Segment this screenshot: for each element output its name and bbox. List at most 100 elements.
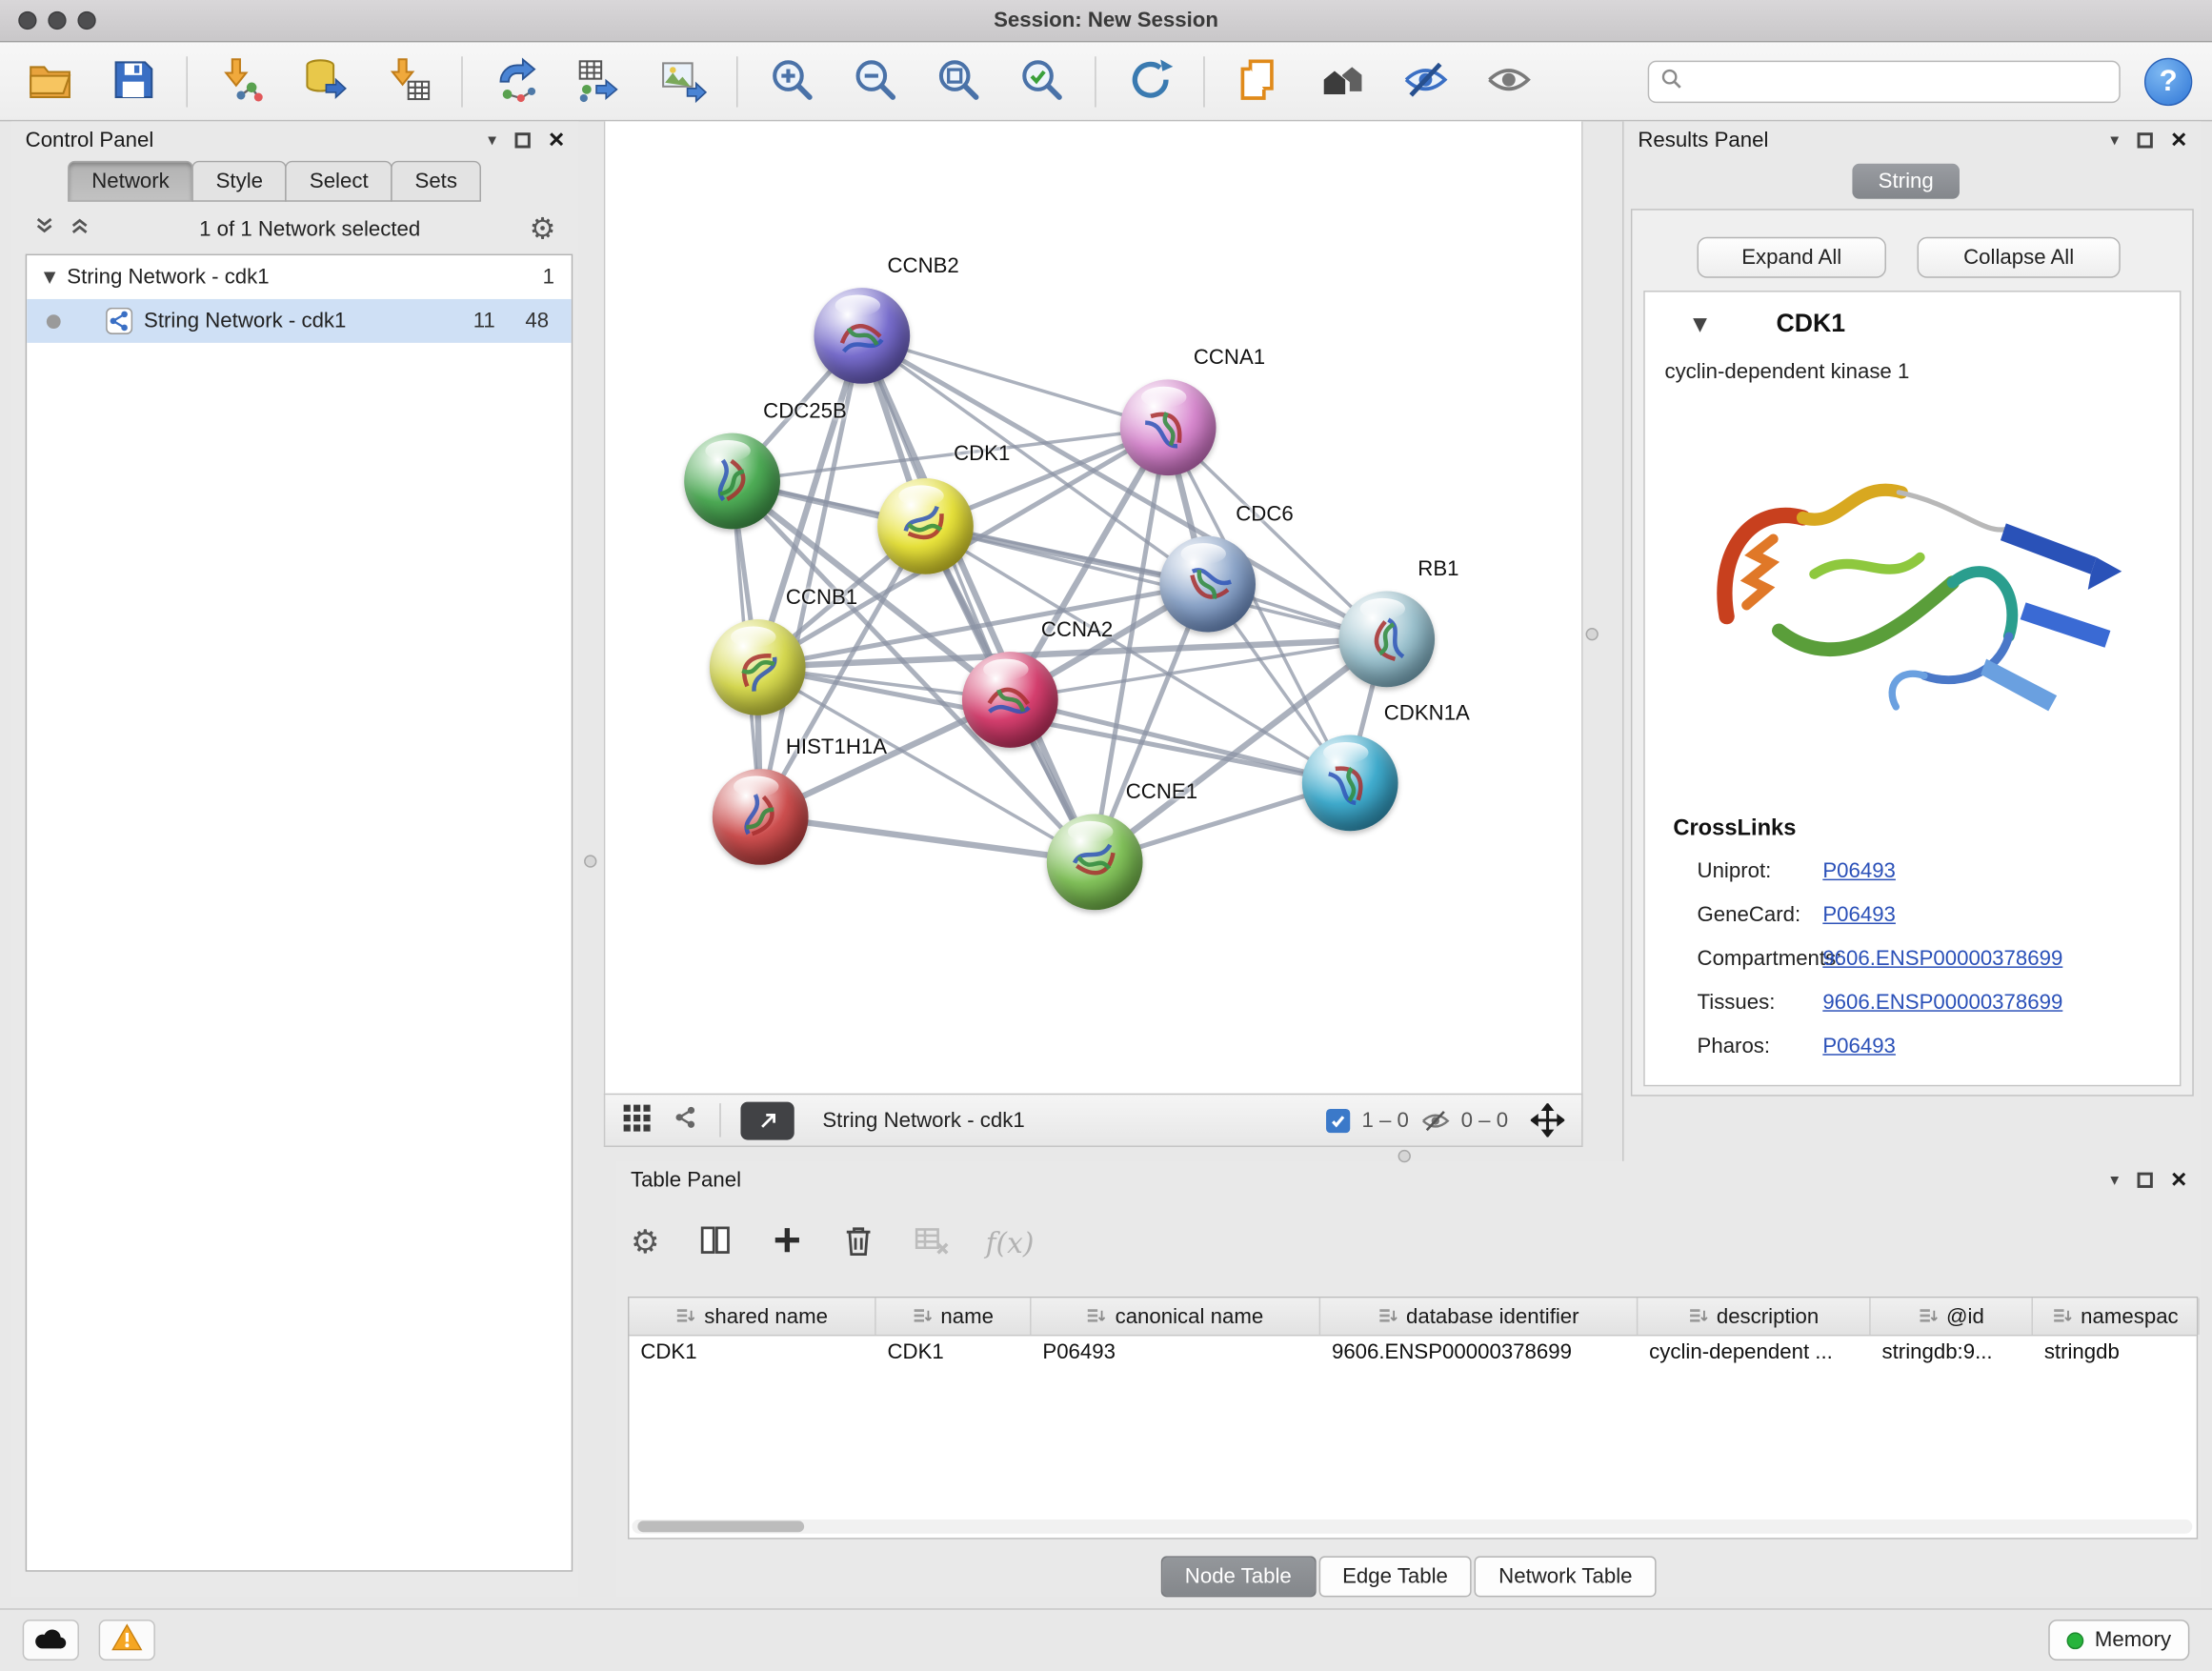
close-panel-icon[interactable]: × xyxy=(2171,1172,2186,1187)
network-node-cdkn1a[interactable] xyxy=(1302,735,1398,832)
tab-edge-table[interactable]: Edge Table xyxy=(1318,1556,1472,1597)
birds-eye-view-button[interactable] xyxy=(1312,51,1371,111)
save-session-button[interactable] xyxy=(103,51,162,111)
tab-style[interactable]: Style xyxy=(191,161,287,202)
help-button[interactable]: ? xyxy=(2144,57,2192,105)
float-panel-icon[interactable] xyxy=(2137,1172,2152,1187)
create-column-plus-icon[interactable] xyxy=(770,1223,804,1262)
close-panel-icon[interactable]: × xyxy=(549,131,564,147)
open-session-button[interactable] xyxy=(20,51,79,111)
column-header-canonical-name[interactable]: canonical name xyxy=(1032,1298,1321,1335)
cloud-status-button[interactable] xyxy=(23,1620,79,1661)
panel-menu-icon[interactable]: ▾ xyxy=(488,130,496,150)
network-row[interactable]: String Network - cdk1 11 48 xyxy=(27,299,572,343)
share-network-icon[interactable] xyxy=(672,1103,700,1137)
collapse-gene-icon[interactable]: ▼ xyxy=(1693,314,1707,335)
titlebar: Session: New Session xyxy=(0,0,2212,42)
network-node-hist1h1a[interactable] xyxy=(713,769,809,865)
warnings-button[interactable] xyxy=(99,1620,155,1661)
collection-expand-icon[interactable]: ▼ xyxy=(44,268,56,286)
network-node-cdc25b[interactable] xyxy=(684,433,780,530)
tab-node-table[interactable]: Node Table xyxy=(1161,1556,1316,1597)
network-canvas[interactable]: CCNB2CCNA1CDC25BCDK1CDC6RB1CCNB1CCNA2CDK… xyxy=(604,121,1583,1093)
tab-network-table[interactable]: Network Table xyxy=(1475,1556,1657,1597)
export-image-button[interactable] xyxy=(654,51,713,111)
delete-column-trash-icon[interactable] xyxy=(840,1222,875,1263)
network-from-selection-button[interactable] xyxy=(487,51,546,111)
memory-button[interactable]: Memory xyxy=(2048,1620,2189,1661)
close-panel-icon[interactable]: × xyxy=(2171,131,2186,147)
float-panel-icon[interactable] xyxy=(2137,131,2152,147)
copy-documents-button[interactable] xyxy=(1229,51,1288,111)
network-collection-row[interactable]: ▼ String Network - cdk1 1 xyxy=(27,255,572,299)
zoom-out-button[interactable] xyxy=(845,51,904,111)
network-edge-ccnb2-ccne1[interactable] xyxy=(861,336,1094,861)
pan-crosshair-icon[interactable] xyxy=(1531,1103,1565,1137)
column-header-namespac[interactable]: namespac xyxy=(2033,1298,2200,1335)
search-box[interactable] xyxy=(1648,60,2121,102)
refresh-layout-button[interactable] xyxy=(1120,51,1179,111)
show-columns-icon[interactable] xyxy=(696,1221,734,1263)
network-node-cdk1[interactable] xyxy=(877,478,974,574)
import-network-database-button[interactable] xyxy=(295,51,354,111)
open-in-window-button[interactable] xyxy=(740,1101,794,1139)
grid-view-icon[interactable] xyxy=(622,1102,652,1137)
new-network-table-button[interactable] xyxy=(570,51,629,111)
right-splitter-handle[interactable] xyxy=(1586,628,1599,640)
table-row[interactable]: CDK1CDK1P064939606.ENSP00000378699cyclin… xyxy=(629,1336,2196,1374)
toolbar-separator xyxy=(719,1103,720,1137)
search-input[interactable] xyxy=(1692,70,2108,93)
table-cell[interactable]: CDK1 xyxy=(629,1336,875,1374)
table-cell[interactable]: CDK1 xyxy=(876,1336,1032,1374)
import-table-file-button[interactable] xyxy=(378,51,437,111)
expand-all-networks-icon[interactable] xyxy=(34,216,55,242)
import-network-file-button[interactable] xyxy=(211,51,271,111)
network-node-ccna2[interactable] xyxy=(962,652,1058,748)
tab-select[interactable]: Select xyxy=(286,161,392,202)
zoom-fit-button[interactable] xyxy=(928,51,987,111)
crosslink-link[interactable]: P06493 xyxy=(1822,859,1896,883)
column-header--id[interactable]: @id xyxy=(1871,1298,2033,1335)
network-node-ccnb1[interactable] xyxy=(710,619,806,715)
zoom-selected-button[interactable] xyxy=(1012,51,1071,111)
tab-network[interactable]: Network xyxy=(68,161,193,202)
network-node-cdc6[interactable] xyxy=(1159,536,1256,633)
collapse-all-networks-icon[interactable] xyxy=(70,216,90,242)
table-options-gear-icon[interactable]: ⚙ xyxy=(631,1227,660,1259)
show-details-button[interactable] xyxy=(1478,51,1538,111)
column-header-name[interactable]: name xyxy=(876,1298,1032,1335)
network-node-ccnb2[interactable] xyxy=(814,288,910,384)
expand-all-button[interactable]: Expand All xyxy=(1698,237,1886,278)
network-options-gear-icon[interactable]: ⚙ xyxy=(530,213,556,243)
crosslink-link[interactable]: 9606.ENSP00000378699 xyxy=(1822,991,2062,1015)
table-cell[interactable]: stringdb xyxy=(2033,1336,2200,1374)
table-cell[interactable]: cyclin-dependent ... xyxy=(1638,1336,1870,1374)
selected-checkbox-icon[interactable] xyxy=(1326,1108,1350,1132)
table-cell[interactable]: stringdb:9... xyxy=(1871,1336,2033,1374)
column-header-database-identifier[interactable]: database identifier xyxy=(1320,1298,1638,1335)
collapse-all-button[interactable]: Collapse All xyxy=(1918,237,2121,278)
float-panel-icon[interactable] xyxy=(514,131,530,147)
panel-menu-icon[interactable]: ▾ xyxy=(2110,130,2119,150)
gene-section-header[interactable]: ▼ CDK1 xyxy=(1645,306,2180,348)
tab-sets[interactable]: Sets xyxy=(391,161,481,202)
table-cell[interactable]: 9606.ENSP00000378699 xyxy=(1320,1336,1638,1374)
network-node-ccne1[interactable] xyxy=(1047,814,1143,910)
horizontal-scrollbar[interactable] xyxy=(632,1520,2192,1534)
scrollbar-thumb[interactable] xyxy=(637,1520,804,1532)
hide-details-button[interactable] xyxy=(1396,51,1455,111)
column-header-description[interactable]: description xyxy=(1638,1298,1870,1335)
crosslink-link[interactable]: P06493 xyxy=(1822,1034,1896,1057)
crosslink-link[interactable]: P06493 xyxy=(1822,903,1896,927)
tab-string[interactable]: String xyxy=(1852,164,1960,199)
network-node-ccna1[interactable] xyxy=(1120,379,1217,475)
crosslink-link[interactable]: 9606.ENSP00000378699 xyxy=(1822,947,2062,971)
panel-menu-icon[interactable]: ▾ xyxy=(2110,1170,2119,1190)
zoom-in-button[interactable] xyxy=(762,51,821,111)
network-edge-hist1h1a-ccne1[interactable] xyxy=(760,816,1094,861)
left-splitter-handle[interactable] xyxy=(584,855,596,867)
horizontal-splitter-handle[interactable] xyxy=(1398,1150,1411,1162)
network-node-rb1[interactable] xyxy=(1338,591,1435,687)
column-header-shared-name[interactable]: shared name xyxy=(629,1298,875,1335)
table-cell[interactable]: P06493 xyxy=(1032,1336,1321,1374)
